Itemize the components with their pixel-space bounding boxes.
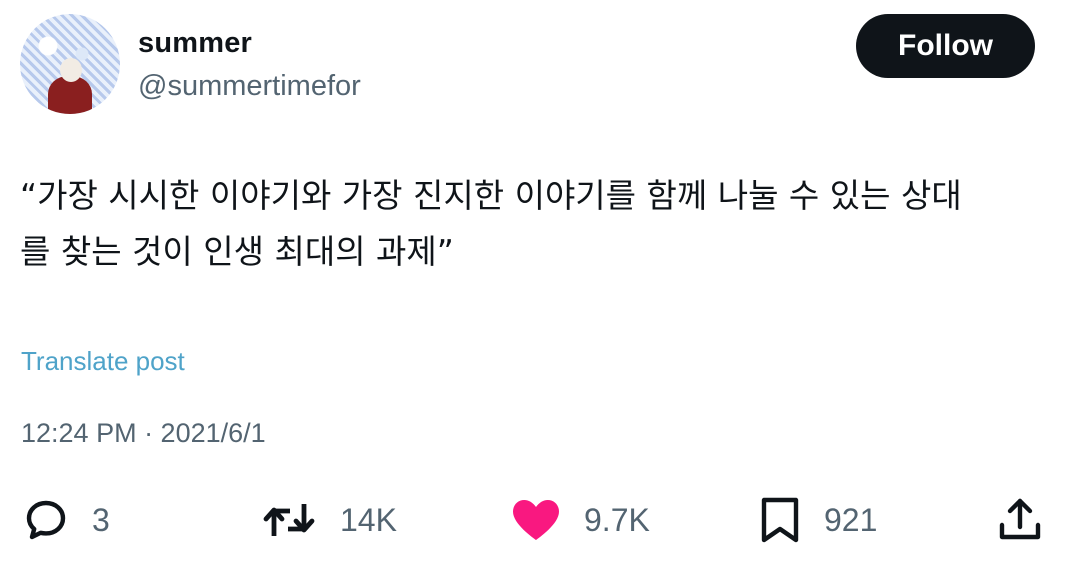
display-name[interactable]: summer <box>138 27 252 60</box>
action-bar: 3 14K 9.7K 921 <box>0 490 1080 550</box>
repost-arrows-icon <box>263 504 315 536</box>
like-count: 9.7K <box>584 501 650 538</box>
bookmark-count: 921 <box>824 501 878 538</box>
repost-button[interactable]: 14K <box>260 490 397 550</box>
share-upload-icon <box>999 498 1041 540</box>
avatar[interactable] <box>20 14 120 114</box>
speech-bubble-icon <box>26 500 66 540</box>
reply-button[interactable]: 3 <box>22 490 110 550</box>
heart-icon <box>513 500 559 540</box>
repost-count: 14K <box>340 501 397 538</box>
share-button[interactable] <box>996 490 1044 550</box>
user-handle[interactable]: @summertimefor <box>138 70 361 103</box>
reply-count: 3 <box>92 501 110 538</box>
follow-button[interactable]: Follow <box>856 14 1035 78</box>
bookmark-icon <box>761 497 799 543</box>
like-button[interactable]: 9.7K <box>510 490 650 550</box>
avatar-figure-head <box>60 58 82 82</box>
translate-post-link[interactable]: Translate post <box>21 346 185 377</box>
post-timestamp[interactable]: 12:24 PM · 2021/6/1 <box>21 418 266 449</box>
bookmark-button[interactable]: 921 <box>758 490 877 550</box>
post-text: “가장 시시한 이야기와 가장 진지한 이야기를 함께 나눌 수 있는 상대 를… <box>20 176 962 271</box>
